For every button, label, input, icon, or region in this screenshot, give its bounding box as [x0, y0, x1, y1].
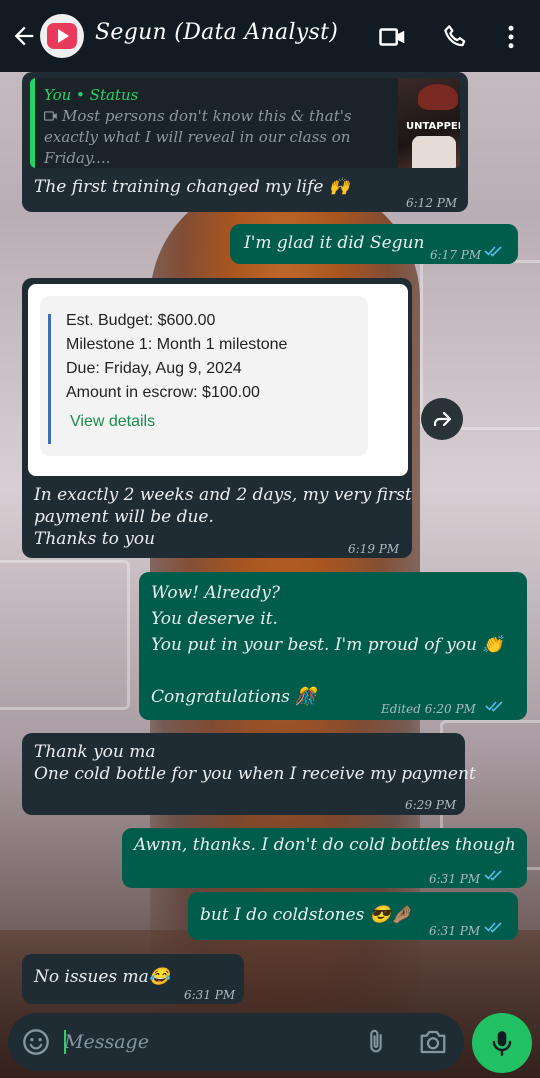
contact-name[interactable]: Segun (Data Analyst) [95, 20, 338, 45]
video-call-icon[interactable] [378, 22, 408, 52]
status-thumbnail: UNTAPPED MARKET [398, 78, 460, 168]
message-text: Wow! Already? You deserve it. You put in… [151, 583, 504, 707]
message-text: The first training changed my life 🙌 [34, 177, 351, 197]
card-milestone: Milestone 1: Month 1 milestone [66, 336, 288, 353]
message-bubble-incoming[interactable]: You • Status Most persons don't know thi… [22, 72, 468, 212]
message-bubble-outgoing[interactable]: Awnn, thanks. I don't do cold bottles th… [122, 828, 527, 888]
read-ticks-icon [485, 701, 503, 712]
emoji-icon[interactable] [22, 1028, 50, 1056]
message-composer [8, 1013, 464, 1071]
message-bubble-outgoing[interactable]: I'm glad it did Segun 6:17 PM [230, 224, 518, 264]
view-details-link[interactable]: View details [70, 411, 155, 433]
message-time: 6:31 PM [429, 872, 481, 886]
message-text: Awnn, thanks. I don't do cold bottles th… [134, 835, 516, 855]
message-text: No issues ma😂 [34, 967, 170, 987]
chat-header: Segun (Data Analyst) [0, 0, 540, 72]
message-text: but I do coldstones 😎🤌🏽 [200, 905, 413, 925]
message-bubble-incoming[interactable]: Thank you ma One cold bottle for you whe… [22, 733, 476, 815]
escrow-card[interactable]: Est. Budget: $600.00 Milestone 1: Month … [40, 296, 368, 456]
back-arrow-icon[interactable] [10, 22, 38, 50]
attach-icon[interactable] [362, 1028, 390, 1056]
card-budget: Est. Budget: $600.00 [66, 312, 216, 329]
mic-button[interactable] [472, 1013, 532, 1073]
card-escrow-amount: Amount in escrow: $100.00 [66, 384, 260, 401]
message-text: I'm glad it did Segun [244, 233, 425, 253]
message-bubble-incoming[interactable]: Est. Budget: $600.00 Milestone 1: Month … [22, 278, 412, 558]
more-vert-icon[interactable] [496, 22, 526, 52]
text-caret [64, 1030, 66, 1054]
message-time: 6:31 PM [184, 988, 236, 1002]
message-time: 6:19 PM [348, 542, 400, 556]
message-bubble-incoming[interactable]: No issues ma😂 6:31 PM [22, 954, 244, 1004]
avatar[interactable] [40, 14, 84, 58]
escrow-card-wrapper[interactable]: Est. Budget: $600.00 Milestone 1: Month … [28, 284, 408, 476]
read-ticks-icon [484, 246, 502, 257]
phone-icon[interactable] [441, 22, 471, 52]
message-time: Edited 6:20 PM [381, 702, 476, 716]
message-time: 6:31 PM [429, 924, 481, 938]
mic-icon [492, 1031, 512, 1057]
message-time: 6:17 PM [430, 248, 482, 262]
message-time: 6:29 PM [405, 798, 457, 812]
forward-button[interactable] [421, 398, 463, 440]
message-input[interactable] [64, 1023, 354, 1061]
quote-text: Most persons don't know this & that's ex… [44, 107, 352, 167]
message-time: 6:12 PM [406, 196, 458, 210]
quoted-status[interactable]: You • Status Most persons don't know thi… [30, 78, 460, 168]
message-bubble-outgoing[interactable]: Wow! Already? You deserve it. You put in… [139, 572, 527, 720]
forward-icon [433, 411, 452, 427]
message-text: Thank you ma One cold bottle for you whe… [34, 742, 476, 784]
card-due-date: Due: Friday, Aug 9, 2024 [66, 360, 242, 377]
message-bubble-outgoing[interactable]: but I do coldstones 😎🤌🏽 6:31 PM [188, 892, 518, 940]
read-ticks-icon [484, 922, 502, 933]
read-ticks-icon [484, 870, 502, 881]
quote-author: You • Status [44, 86, 139, 104]
camera-icon[interactable] [418, 1028, 448, 1056]
